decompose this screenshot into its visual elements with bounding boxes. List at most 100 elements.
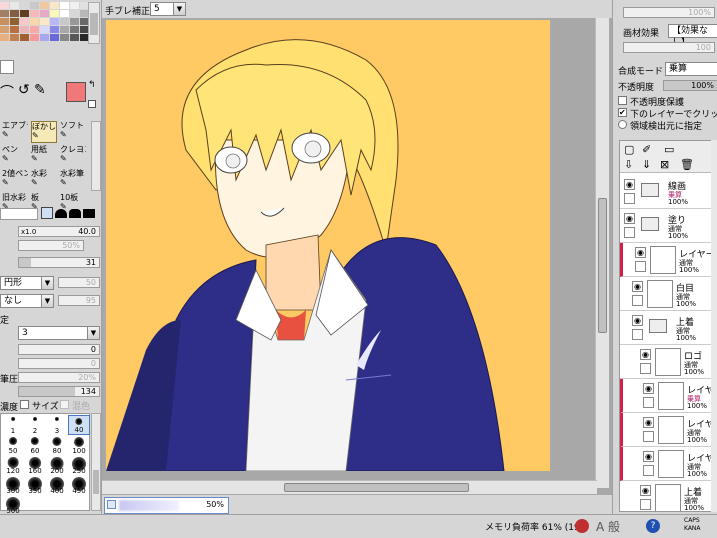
color-swatch[interactable] xyxy=(30,2,39,9)
visibility-eye-icon[interactable]: ◉ xyxy=(640,349,651,360)
visibility-eye-icon[interactable]: ◉ xyxy=(643,383,654,394)
tool-cell[interactable]: エアブラシ✎ xyxy=(2,121,28,143)
layer-row[interactable]: ◉ ロゴ 通常 100% xyxy=(620,345,717,379)
brush-size-cell[interactable]: 200 xyxy=(46,455,68,475)
color-swatch[interactable] xyxy=(70,26,79,33)
visibility-eye-icon[interactable]: ◉ xyxy=(624,213,635,224)
color-swatch[interactable] xyxy=(0,18,9,25)
brush-size-cell[interactable]: 40 xyxy=(68,415,90,435)
layer-lock-checkbox[interactable] xyxy=(640,499,651,510)
size-slider[interactable]: x1.0 40.0 xyxy=(18,226,100,237)
layer-row[interactable]: ◉ 上着 通常 100% xyxy=(620,481,717,511)
shape-select[interactable]: 円形 ▼ xyxy=(0,276,54,290)
paper-effect-select[interactable]: 【効果なし】 xyxy=(668,24,717,48)
param-a-slider[interactable]: 0 xyxy=(18,344,100,355)
shape-strength-slider[interactable]: 50 xyxy=(58,277,100,288)
visibility-eye-icon[interactable]: ◉ xyxy=(624,179,635,190)
layer-opacity-slider[interactable]: 100% xyxy=(663,80,717,91)
brush-size-cell[interactable]: 120 xyxy=(2,455,24,475)
clip-checkbox[interactable]: ✔ xyxy=(618,108,627,117)
edge-hard-icon[interactable] xyxy=(83,209,95,218)
visibility-eye-icon[interactable]: ◉ xyxy=(640,485,651,496)
layer-lock-checkbox[interactable] xyxy=(643,397,654,408)
color-swatch[interactable] xyxy=(20,18,29,25)
color-swatch[interactable] xyxy=(50,2,59,9)
color-swatch[interactable] xyxy=(60,2,69,9)
drawing-canvas[interactable] xyxy=(106,20,550,471)
color-swatch[interactable] xyxy=(10,34,19,41)
color-swatch[interactable] xyxy=(20,10,29,17)
layer-lock-checkbox[interactable] xyxy=(640,363,651,374)
ime-icon[interactable] xyxy=(575,519,589,533)
color-swatch[interactable] xyxy=(70,18,79,25)
tool-grid-scrollbar[interactable] xyxy=(91,121,101,191)
rotate-icon[interactable]: ↺ xyxy=(18,82,30,98)
layer-row[interactable]: ◉レイヤー通常100% xyxy=(620,243,717,277)
transfer-down-icon[interactable]: ⇩ xyxy=(624,158,633,171)
brush-grid-scrollbar[interactable] xyxy=(91,413,101,511)
brush-shape-field[interactable] xyxy=(0,208,38,220)
color-swatch[interactable] xyxy=(50,26,59,33)
layer-row[interactable]: ◉ 塗り 通常 100% xyxy=(620,209,717,243)
density-slider[interactable]: 31 xyxy=(18,257,100,268)
ime-mode[interactable]: A 般 xyxy=(596,518,620,535)
pressure2-slider[interactable]: 134 xyxy=(18,386,100,397)
color-swatch[interactable] xyxy=(50,10,59,17)
layer-row[interactable]: ◉レイヤー通常100% xyxy=(620,447,717,481)
main-color-swatch[interactable] xyxy=(66,82,86,102)
color-swatch[interactable] xyxy=(70,10,79,17)
layer-row[interactable]: ◉ 白目 通常 100% xyxy=(620,277,717,311)
brush-edge-selector[interactable] xyxy=(41,207,99,221)
brush-size-cell[interactable]: 500 xyxy=(2,495,24,515)
color-swatch[interactable] xyxy=(70,34,79,41)
brush-size-cell[interactable]: 450 xyxy=(68,475,90,495)
layer-row[interactable]: ◉ 線画 乗算 100% xyxy=(620,175,717,209)
color-swatch[interactable] xyxy=(30,10,39,17)
color-swatch[interactable] xyxy=(50,34,59,41)
color-swatch[interactable] xyxy=(0,2,9,9)
color-swatch[interactable] xyxy=(10,2,19,9)
delete-layer-icon[interactable]: 🗑 xyxy=(680,158,694,171)
lasso-icon[interactable]: ⌒ xyxy=(0,82,14,102)
edge-medium-icon[interactable] xyxy=(69,209,81,218)
color-swatch[interactable] xyxy=(40,10,49,17)
sub-color-swatch[interactable] xyxy=(88,100,96,108)
min-size-slider[interactable]: 50% xyxy=(18,240,84,251)
navigator-icon[interactable] xyxy=(107,500,116,509)
color-swatch[interactable] xyxy=(10,10,19,17)
new-layer-icon[interactable]: ▢ xyxy=(624,143,634,156)
selection-source-radio[interactable] xyxy=(618,120,627,129)
stabilizer-select[interactable]: 5 ▼ xyxy=(150,2,186,16)
param-b-slider[interactable]: 0 xyxy=(18,358,100,369)
color-swatch[interactable] xyxy=(30,18,39,25)
brush-size-grid[interactable]: 1 2 3 40 50 60 80 100 120 160 200 250 300 350 400 450 50… xyxy=(0,413,90,515)
layer-lock-checkbox[interactable] xyxy=(632,295,643,306)
tool-cell[interactable]: ペン ✎ xyxy=(2,145,28,167)
color-swatch[interactable] xyxy=(20,34,29,41)
color-swatch[interactable] xyxy=(60,10,69,17)
brush-size-cell[interactable]: 2 xyxy=(24,415,46,435)
navigator-zoom-bar[interactable]: 50% xyxy=(104,497,229,514)
brush-size-cell[interactable]: 250 xyxy=(68,455,90,475)
pressure-slider[interactable]: 20% xyxy=(18,372,100,383)
brush-size-cell[interactable]: 80 xyxy=(46,435,68,455)
size-checkbox[interactable] xyxy=(20,400,29,409)
layer-row[interactable]: ◉レイヤー通常100% xyxy=(620,413,717,447)
eyedropper-icon[interactable]: ✎ xyxy=(34,82,46,98)
blend-mode-select[interactable]: 乗算 xyxy=(665,62,717,76)
visibility-eye-icon[interactable]: ◉ xyxy=(635,247,646,258)
tool-cell[interactable]: 2値ペン ✎ xyxy=(2,169,28,191)
layer-row[interactable]: ◉ 上着 通常 100% xyxy=(620,311,717,345)
color-swatch[interactable] xyxy=(0,26,9,33)
tool-cell[interactable]: ぼかし ✎ xyxy=(31,121,57,143)
top-opacity-slider[interactable]: 100% xyxy=(623,7,715,18)
layer-lock-checkbox[interactable] xyxy=(643,465,654,476)
color-swatch[interactable] xyxy=(10,26,19,33)
color-swatch[interactable] xyxy=(40,2,49,9)
layer-row[interactable]: ◉レイヤー乗算100% xyxy=(620,379,717,413)
help-icon[interactable]: ? xyxy=(646,519,660,533)
edge-soft-icon[interactable] xyxy=(55,209,67,218)
color-swatch[interactable] xyxy=(30,34,39,41)
brush-size-cell[interactable]: 60 xyxy=(24,435,46,455)
size-multiplier[interactable]: x1.0 xyxy=(21,227,36,237)
